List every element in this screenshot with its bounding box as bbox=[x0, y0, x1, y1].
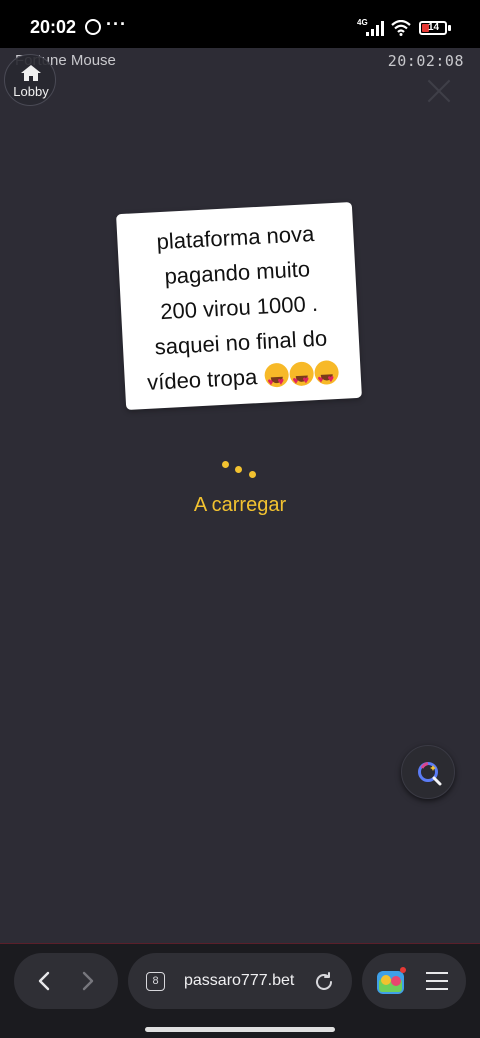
games-icon[interactable] bbox=[376, 967, 406, 995]
battery-level: 14 bbox=[428, 22, 440, 33]
navigation-controls bbox=[14, 953, 118, 1009]
game-clock: 20:02:08 bbox=[387, 52, 464, 70]
heart-eyes-emoji-icon bbox=[288, 361, 314, 387]
lens-search-button[interactable] bbox=[401, 745, 455, 799]
address-bar[interactable]: 8 passaro777.bet bbox=[128, 953, 352, 1009]
lobby-button[interactable]: Lobby bbox=[4, 54, 56, 106]
signal-icon bbox=[366, 21, 386, 36]
close-icon[interactable] bbox=[426, 78, 452, 104]
url-text[interactable]: passaro777.bet bbox=[184, 972, 294, 990]
text-sticker: plataforma nova pagando muito 200 virou … bbox=[116, 201, 362, 411]
heart-eyes-emoji-icon bbox=[263, 362, 289, 388]
battery-icon: 14 bbox=[419, 21, 447, 35]
heart-eyes-emoji-icon bbox=[313, 359, 339, 386]
game-viewport[interactable]: Fortune Mouse 20:02:08 Lobby plataforma … bbox=[0, 48, 480, 943]
reload-icon[interactable] bbox=[313, 971, 335, 993]
back-button[interactable] bbox=[26, 963, 62, 999]
home-indicator[interactable] bbox=[145, 1027, 335, 1032]
more-notifications-icon: ··· bbox=[106, 14, 127, 34]
whatsapp-icon bbox=[85, 19, 101, 35]
browser-menu-controls bbox=[362, 953, 466, 1009]
loading-text: A carregar bbox=[193, 494, 287, 516]
sticker-line: vídeo tropa bbox=[146, 364, 258, 395]
status-time: 20:02 bbox=[30, 17, 77, 37]
lobby-label: Lobby bbox=[13, 84, 49, 99]
home-icon bbox=[21, 65, 41, 81]
forward-button[interactable] bbox=[70, 963, 106, 999]
browser-toolbar: 8 passaro777.bet bbox=[0, 943, 480, 1038]
loading-spinner-icon bbox=[222, 460, 262, 480]
hamburger-menu-icon[interactable] bbox=[426, 970, 448, 992]
status-bar: 20:02 ··· 4G 14 bbox=[0, 0, 480, 48]
tab-count-button[interactable]: 8 bbox=[146, 972, 165, 991]
wifi-icon bbox=[391, 20, 411, 36]
lens-icon bbox=[418, 762, 442, 786]
